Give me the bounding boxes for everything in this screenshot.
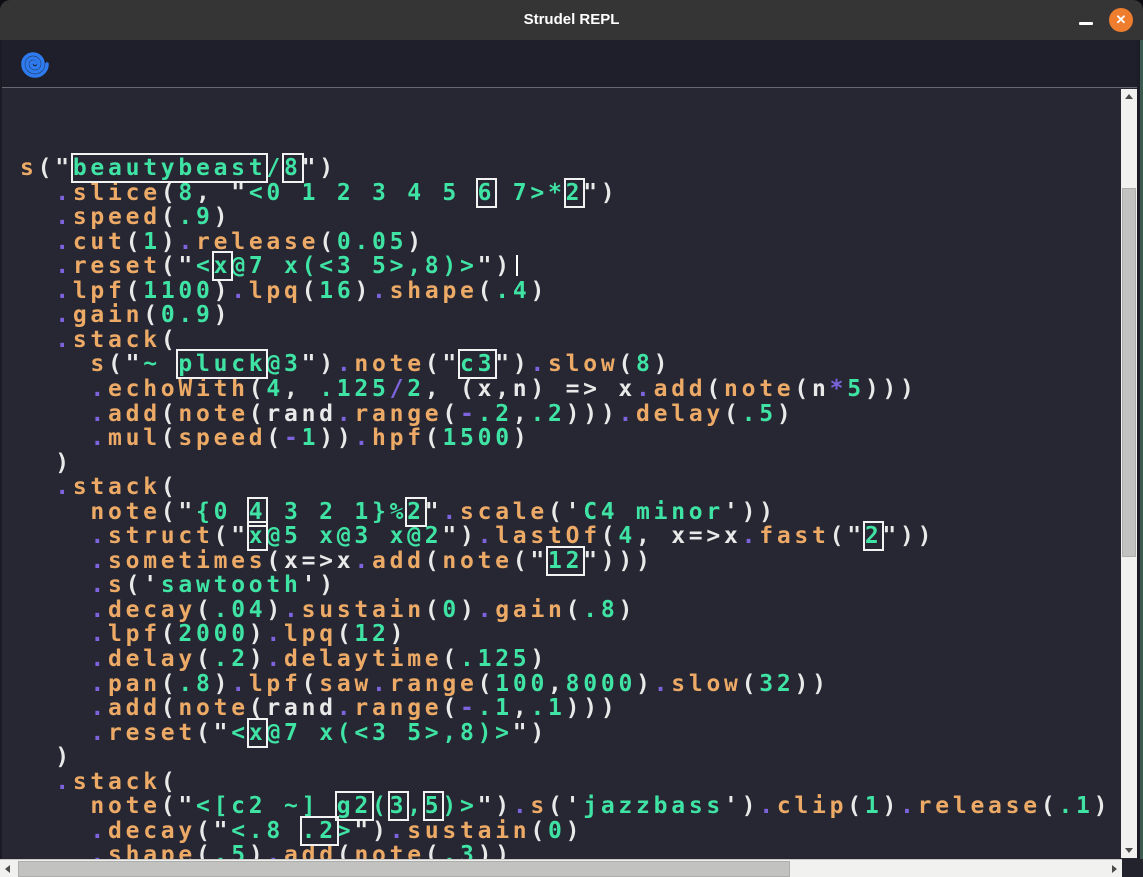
code-line: s("beautybeast/8") [20,156,1118,181]
code-line: .mul(speed(-1)).hpf(1500) [20,426,1118,451]
code-line: .speed(.9) [20,205,1118,230]
close-x-icon: ✕ [1109,8,1133,32]
code-line: .stack( [20,475,1118,500]
minimize-button[interactable] [1072,8,1098,34]
code-line: .pan(.8).lpf(saw.range(100,8000).slow(32… [20,672,1118,697]
code-line: .delay(.2).delaytime(.125) [20,647,1118,672]
code-lines: s("beautybeast/8") .slice(8, "<0 1 2 3 4… [20,156,1118,859]
scroll-down-arrow-icon[interactable] [1125,848,1133,853]
code-line: .echoWith(4, .125/2, (x,n) => x.add(note… [20,377,1118,402]
code-editor[interactable]: s("beautybeast/8") .slice(8, "<0 1 2 3 4… [0,89,1118,859]
strudel-repl-window: Strudel REPL ✕ s("beautybeast/8") .slice… [0,0,1143,877]
window-title: Strudel REPL [0,0,1143,40]
code-line: .decay("<.8 .2>").sustain(0) [20,819,1118,844]
code-line: .sometimes(x=>x.add(note("12"))) [20,549,1118,574]
close-button[interactable]: ✕ [1109,8,1133,32]
active-event-highlight: 6 [478,180,496,206]
scroll-up-arrow-icon[interactable] [1125,94,1133,99]
code-line: .reset("<x@7 x(<3 5>,8)>") [20,254,1118,279]
code-line: s("~ pluck@3").note("c3").slow(8) [20,352,1118,377]
active-event-highlight: 8 [284,155,302,181]
active-event-highlight: 2 [566,180,584,206]
vertical-scrollbar-thumb[interactable] [1122,188,1136,557]
code-line: note("{0 4 3 2 1}%2".scale('C4 minor')) [20,500,1118,525]
code-line: .shape(.5).add(note(.3)) [20,843,1118,859]
horizontal-scrollbar-thumb[interactable] [18,861,790,877]
titlebar[interactable]: Strudel REPL ✕ [0,0,1143,40]
code-line: .stack( [20,328,1118,353]
active-event-highlight: pluck [178,351,266,377]
active-event-highlight: 12 [548,548,583,574]
code-line: ) [20,745,1118,770]
scrollbar-corner [1122,859,1143,877]
code-line: .slice(8, "<0 1 2 3 4 5 6 7>*2") [20,181,1118,206]
code-line: .add(note(rand.range(-.1,.1))) [20,696,1118,721]
app-header [0,40,1143,88]
active-event-highlight: 5 [425,793,443,819]
active-event-highlight: .2 [302,818,337,844]
code-line: .reset("<x@7 x(<3 5>,8)>") [20,721,1118,746]
code-line: .lpf(2000).lpq(12) [20,622,1118,647]
window-left-border [0,40,2,877]
code-line: .gain(0.9) [20,303,1118,328]
active-event-highlight: x [249,720,267,746]
active-event-highlight: 4 [249,499,267,525]
active-event-highlight: x [214,253,232,279]
scroll-right-arrow-icon[interactable] [1112,865,1117,873]
code-line: .s('sawtooth') [20,573,1118,598]
horizontal-scrollbar[interactable] [0,859,1122,877]
active-event-highlight: 3 [390,793,408,819]
code-line: .add(note(rand.range(-.2,.2))).delay(.5) [20,402,1118,427]
active-event-highlight: c3 [460,351,495,377]
code-line: .stack( [20,770,1118,795]
code-line: ) [20,451,1118,476]
active-event-highlight: x [249,523,267,549]
code-line: note("<[c2 ~] g2(3,5)>").s('jazzbass').c… [20,794,1118,819]
scroll-left-arrow-icon[interactable] [5,865,10,873]
active-event-highlight: beautybeast [73,155,267,181]
active-event-highlight: g2 [337,793,372,819]
code-line: .struct("x@5 x@3 x@2").lastOf(4, x=>x.fa… [20,524,1118,549]
active-event-highlight: 2 [865,523,883,549]
vertical-scrollbar[interactable] [1121,89,1137,858]
strudel-spiral-icon[interactable] [20,49,50,79]
code-line: .decay(.04).sustain(0).gain(.8) [20,598,1118,623]
text-cursor [516,255,518,276]
code-line: .cut(1).release(0.05) [20,230,1118,255]
minimize-dash-icon [1079,22,1093,25]
code-line: .lpf(1100).lpq(16).shape(.4) [20,279,1118,304]
active-event-highlight: 2 [407,499,425,525]
